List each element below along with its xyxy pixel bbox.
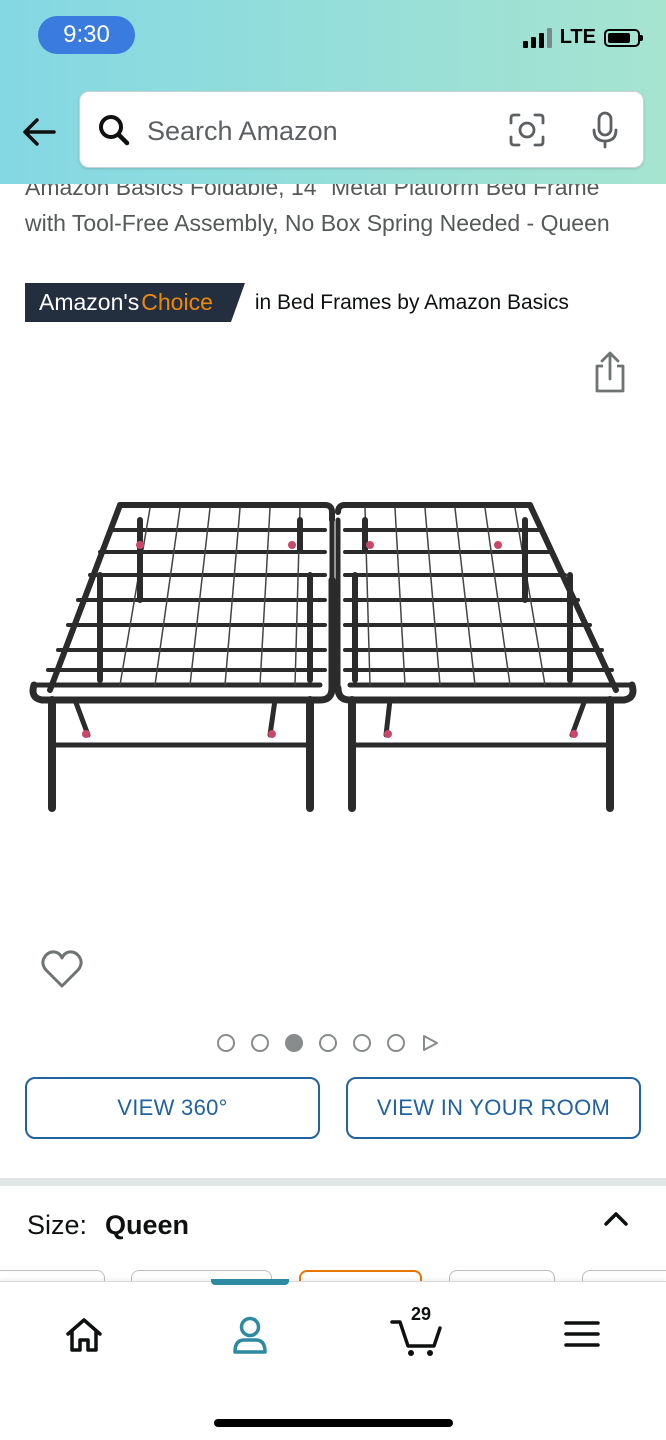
cart-button[interactable]: 29 (388, 1304, 448, 1358)
amazons-choice-badge: Amazon's Choice (25, 283, 245, 322)
account-icon[interactable] (220, 1310, 280, 1358)
product-image[interactable] (20, 490, 646, 820)
image-carousel-indicator (217, 1034, 439, 1052)
active-tab-indicator (211, 1279, 289, 1285)
carousel-dot[interactable] (217, 1034, 235, 1052)
search-placeholder: Search Amazon (147, 116, 338, 146)
back-arrow-icon[interactable] (20, 112, 60, 152)
carousel-dot[interactable] (353, 1034, 371, 1052)
app-header: 9:30 LTE Search Amazon (0, 0, 666, 184)
chevron-up-icon[interactable] (600, 1205, 632, 1231)
battery-icon (604, 28, 643, 47)
play-video-icon[interactable] (421, 1034, 439, 1052)
bottom-navigation: 29 (0, 1279, 666, 1440)
cart-count-badge: 29 (410, 1304, 432, 1324)
home-indicator-bar (214, 1419, 453, 1427)
heart-icon[interactable] (40, 948, 84, 990)
carousel-dot-active[interactable] (285, 1034, 303, 1052)
badge-category[interactable]: in Bed Frames by Amazon Basics (255, 291, 569, 315)
cellular-signal-icon (522, 27, 552, 48)
search-input[interactable]: Search Amazon (79, 91, 644, 168)
carousel-dot[interactable] (251, 1034, 269, 1052)
network-type: LTE (559, 26, 596, 48)
status-indicators: LTE (522, 26, 643, 49)
menu-icon[interactable] (552, 1310, 612, 1358)
size-label: Size: (27, 1210, 88, 1240)
share-icon[interactable] (590, 350, 630, 394)
home-icon[interactable] (54, 1310, 114, 1358)
camera-lens-icon[interactable] (508, 112, 546, 148)
size-value: Queen (105, 1210, 190, 1240)
amazons-choice-row: Amazon's Choice in Bed Frames by Amazon … (25, 283, 569, 322)
badge-choice: Choice (141, 289, 213, 315)
search-icon (99, 115, 130, 146)
section-divider (0, 1178, 666, 1186)
view-360-button[interactable]: VIEW 360° (25, 1077, 320, 1139)
status-time: 9:30 (38, 16, 135, 54)
badge-prefix: Amazon's (39, 289, 140, 315)
carousel-dot[interactable] (387, 1034, 405, 1052)
microphone-icon[interactable] (588, 110, 622, 150)
carousel-dot[interactable] (319, 1034, 337, 1052)
view-in-your-room-button[interactable]: VIEW IN YOUR ROOM (346, 1077, 641, 1139)
size-selector-header[interactable]: Size: Queen (27, 1210, 189, 1241)
